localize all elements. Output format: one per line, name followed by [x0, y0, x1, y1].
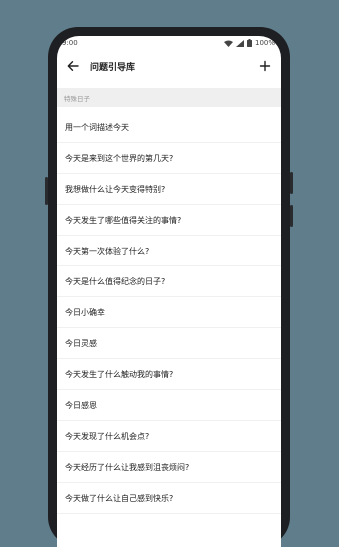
list-item-text: 今天发生了什么触动我的事情?	[65, 370, 174, 380]
list-item[interactable]: 今天是什么值得纪念的日子?	[57, 266, 281, 298]
list-item-text: 今天是来到这个世界的第几天?	[65, 153, 174, 163]
status-indicators: 100%	[223, 39, 275, 47]
list-item-text: 今天做了什么让自己感到快乐?	[65, 493, 174, 503]
list-item[interactable]: 今天发生了哪些值得关注的事情?	[57, 205, 281, 236]
phone-frame: 9:00 100% 问题引导库 特殊日子 用一个词描述今天 今天是来到这个世界的…	[45, 27, 293, 547]
phone-side-button	[45, 177, 48, 205]
list-item-text: 今天是什么值得纪念的日子?	[65, 277, 166, 287]
list-item-text: 用一个词描述今天	[65, 123, 129, 132]
battery-level: 100%	[254, 39, 275, 47]
list-item-text: 今天发现了什么机会点?	[65, 431, 150, 441]
list-item-text: 今天发生了哪些值得关注的事情?	[65, 215, 182, 225]
section-label: 特殊日子	[64, 95, 90, 103]
list-item-text: 我想做什么让今天变得特别?	[65, 184, 166, 194]
list-item-text: 今日小确幸	[65, 308, 105, 318]
list-item[interactable]: 今天第一次体验了什么?	[57, 236, 281, 267]
phone-side-button	[290, 172, 293, 194]
status-bar: 9:00 100%	[57, 36, 281, 50]
list-item[interactable]: 今天是来到这个世界的第几天?	[57, 143, 281, 174]
list-item-text: 今天经历了什么让我感到沮丧烦闷?	[65, 462, 190, 472]
list-item-text: 今天第一次体验了什么?	[65, 246, 150, 256]
list-item[interactable]: 今天发生了什么触动我的事情?	[57, 359, 281, 391]
list-item[interactable]: 今日小确幸	[57, 297, 281, 329]
list-item[interactable]: 我想做什么让今天变得特别?	[57, 174, 281, 205]
list-item-text: 今日灵感	[65, 339, 97, 349]
list-item[interactable]: 今天经历了什么让我感到沮丧烦闷?	[57, 452, 281, 483]
list-item-text: 今日感恩	[65, 401, 97, 411]
signal-icon	[235, 39, 244, 47]
page-title: 问题引导库	[90, 63, 136, 73]
arrow-left-icon[interactable]	[65, 58, 81, 74]
section-header: 特殊日子	[57, 88, 281, 107]
plus-icon[interactable]	[257, 58, 273, 74]
phone-side-button	[290, 205, 293, 227]
screen: 9:00 100% 问题引导库 特殊日子 用一个词描述今天 今天是来到这个世界的…	[57, 36, 281, 547]
battery-icon	[246, 39, 252, 47]
question-list: 用一个词描述今天 今天是来到这个世界的第几天? 我想做什么让今天变得特别? 今天…	[57, 112, 281, 514]
toolbar: 问题引导库	[57, 52, 281, 82]
list-item[interactable]: 今日灵感	[57, 328, 281, 360]
list-item[interactable]: 今天发现了什么机会点?	[57, 421, 281, 452]
list-item[interactable]: 今天做了什么让自己感到快乐?	[57, 483, 281, 514]
list-item[interactable]: 用一个词描述今天	[57, 112, 281, 143]
status-time: 9:00	[62, 39, 78, 47]
wifi-icon	[223, 40, 233, 47]
list-item[interactable]: 今日感恩	[57, 390, 281, 421]
